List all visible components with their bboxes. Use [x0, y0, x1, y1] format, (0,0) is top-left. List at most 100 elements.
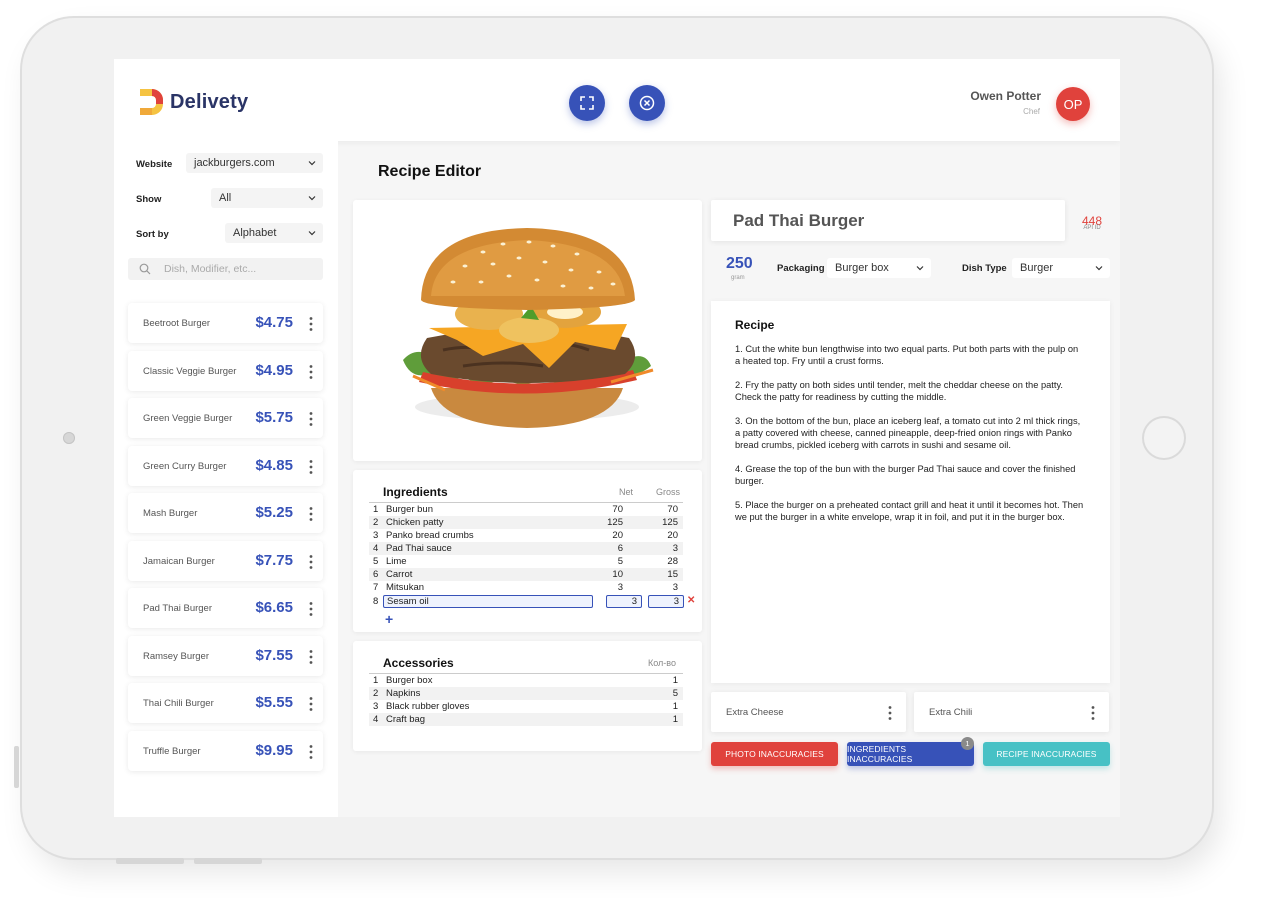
- search-placeholder: Dish, Modifier, etc...: [164, 263, 257, 275]
- table-row[interactable]: 5 Lime 5 28: [369, 555, 683, 568]
- more-vertical-icon[interactable]: [309, 649, 313, 665]
- more-vertical-icon[interactable]: [309, 364, 313, 380]
- app-name: Delivety: [170, 91, 249, 113]
- menu-item[interactable]: Mash Burger $5.25: [128, 493, 323, 533]
- table-row[interactable]: 3 Panko bread crumbs 20 20: [369, 529, 683, 542]
- menu-item[interactable]: Thai Chili Burger $5.55: [128, 683, 323, 723]
- more-vertical-icon[interactable]: [309, 316, 313, 332]
- row-number: 4: [373, 543, 379, 554]
- menu-item[interactable]: Classic Veggie Burger $4.95: [128, 351, 323, 391]
- dish-photo-card[interactable]: [353, 200, 702, 461]
- more-vertical-icon[interactable]: [1091, 705, 1095, 721]
- more-vertical-icon[interactable]: [309, 696, 313, 712]
- menu-item[interactable]: Pad Thai Burger $6.65: [128, 588, 323, 628]
- ingredient-gross: 3: [673, 596, 679, 607]
- ingredients-inaccuracies-button[interactable]: INGREDIENTS INACCURACIES: [847, 742, 974, 766]
- ingredient-gross: 3: [672, 543, 678, 554]
- ingredients-title: Ingredients: [383, 485, 448, 499]
- menu-item-price: $6.65: [255, 599, 293, 616]
- menu-item[interactable]: Green Curry Burger $4.85: [128, 446, 323, 486]
- accessory-quantity: 1: [672, 675, 678, 686]
- more-vertical-icon[interactable]: [309, 506, 313, 522]
- table-row[interactable]: 3 Black rubber gloves 1: [369, 700, 683, 713]
- ingredient-name-input[interactable]: Sesam oil: [383, 595, 593, 608]
- menu-item[interactable]: Jamaican Burger $7.75: [128, 541, 323, 581]
- row-number: 6: [373, 569, 379, 580]
- dish-type-select[interactable]: Burger: [1012, 258, 1110, 278]
- ingredient-gross-input[interactable]: 3: [648, 595, 684, 608]
- row-number: 4: [373, 714, 379, 725]
- menu-item-name: Mash Burger: [143, 508, 198, 519]
- more-vertical-icon[interactable]: [309, 411, 313, 427]
- recipe-card[interactable]: Recipe 1. Cut the white bun lengthwise i…: [711, 301, 1110, 683]
- menu-item[interactable]: Beetroot Burger $4.75: [128, 303, 323, 343]
- table-row[interactable]: 2 Chicken patty 125 125: [369, 516, 683, 529]
- more-vertical-icon[interactable]: [309, 459, 313, 475]
- menu-item-price: $9.95: [255, 742, 293, 759]
- fullscreen-button[interactable]: [569, 85, 605, 121]
- close-button[interactable]: [629, 85, 665, 121]
- packaging-select[interactable]: Burger box: [827, 258, 931, 278]
- ingredient-gross: 3: [672, 582, 678, 593]
- accessory-name: Craft bag: [386, 714, 426, 725]
- ingredient-gross: 70: [667, 504, 678, 515]
- ingredient-net-input[interactable]: 3: [606, 595, 642, 608]
- menu-item-name: Truffle Burger: [143, 746, 201, 757]
- ingredient-name: Mitsukan: [386, 582, 425, 593]
- table-row[interactable]: 1 Burger bun 70 70: [369, 503, 683, 516]
- menu-item-price: $4.95: [255, 362, 293, 379]
- photo-inaccuracies-button[interactable]: PHOTO INACCURACIES: [711, 742, 838, 766]
- table-row[interactable]: 6 Carrot 10 15: [369, 568, 683, 581]
- table-row[interactable]: 7 Mitsukan 3 3: [369, 581, 683, 594]
- ingredient-gross: 28: [667, 556, 678, 567]
- sort-select[interactable]: Alphabet: [225, 223, 323, 243]
- table-row[interactable]: 4 Craft bag 1: [369, 713, 683, 726]
- menu-item-price: $7.75: [255, 552, 293, 569]
- show-select[interactable]: All: [211, 188, 323, 208]
- website-select[interactable]: jackburgers.com: [186, 153, 323, 173]
- ingredient-net: 6: [617, 543, 623, 554]
- ingredient-name: Panko bread crumbs: [386, 530, 474, 541]
- menu-item[interactable]: Green Veggie Burger $5.75: [128, 398, 323, 438]
- website-label: Website: [136, 159, 173, 170]
- menu-item[interactable]: Ramsey Burger $7.55: [128, 636, 323, 676]
- accessory-quantity: 5: [672, 688, 678, 699]
- home-button[interactable]: [1142, 416, 1186, 460]
- modifier-item[interactable]: Extra Cheese: [711, 692, 906, 732]
- ingredient-net: 20: [612, 530, 623, 541]
- side-button: [14, 746, 19, 788]
- weight-value[interactable]: 250: [726, 255, 753, 273]
- remove-row-icon[interactable]: ✕: [687, 595, 695, 606]
- accessory-quantity: 1: [672, 701, 678, 712]
- api-id-label: API ID: [1083, 225, 1101, 231]
- accessory-name: Black rubber gloves: [386, 701, 470, 712]
- menu-item-price: $4.75: [255, 314, 293, 331]
- ingredients-card: Ingredients Net Gross 1 Burger bun 70 70…: [353, 470, 702, 632]
- table-row[interactable]: 2 Napkins 5: [369, 687, 683, 700]
- ingredient-net: 70: [612, 504, 623, 515]
- menu-item-name: Beetroot Burger: [143, 318, 211, 329]
- more-vertical-icon[interactable]: [309, 744, 313, 760]
- dish-name-field[interactable]: Pad Thai Burger: [711, 200, 1065, 241]
- app-screen: Delivety Owen Potter Chef OP Website jac…: [114, 59, 1120, 817]
- menu-item[interactable]: Truffle Burger $9.95: [128, 731, 323, 771]
- table-row[interactable]: 4 Pad Thai sauce 6 3: [369, 542, 683, 555]
- avatar[interactable]: OP: [1056, 87, 1090, 121]
- menu-item-name: Pad Thai Burger: [143, 603, 213, 614]
- more-vertical-icon[interactable]: [309, 601, 313, 617]
- user-name: Owen Potter: [970, 89, 1041, 103]
- accessories-title: Accessories: [383, 656, 454, 670]
- add-ingredient-button[interactable]: +: [385, 611, 393, 627]
- ingredient-net: 3: [617, 582, 623, 593]
- more-vertical-icon[interactable]: [309, 554, 313, 570]
- more-vertical-icon[interactable]: [888, 705, 892, 721]
- table-row[interactable]: 1 Burger box 1: [369, 674, 683, 687]
- table-row-editing[interactable]: 8 Sesam oil 3 3 ✕: [369, 595, 699, 608]
- recipe-inaccuracies-button[interactable]: RECIPE INACCURACIES: [983, 742, 1110, 766]
- search-input[interactable]: Dish, Modifier, etc...: [128, 258, 323, 280]
- accessory-quantity: 1: [672, 714, 678, 725]
- chevron-down-icon: [308, 196, 316, 201]
- packaging-value: Burger box: [835, 262, 889, 274]
- modifier-item[interactable]: Extra Chili: [914, 692, 1109, 732]
- menu-item-name: Green Curry Burger: [143, 461, 227, 472]
